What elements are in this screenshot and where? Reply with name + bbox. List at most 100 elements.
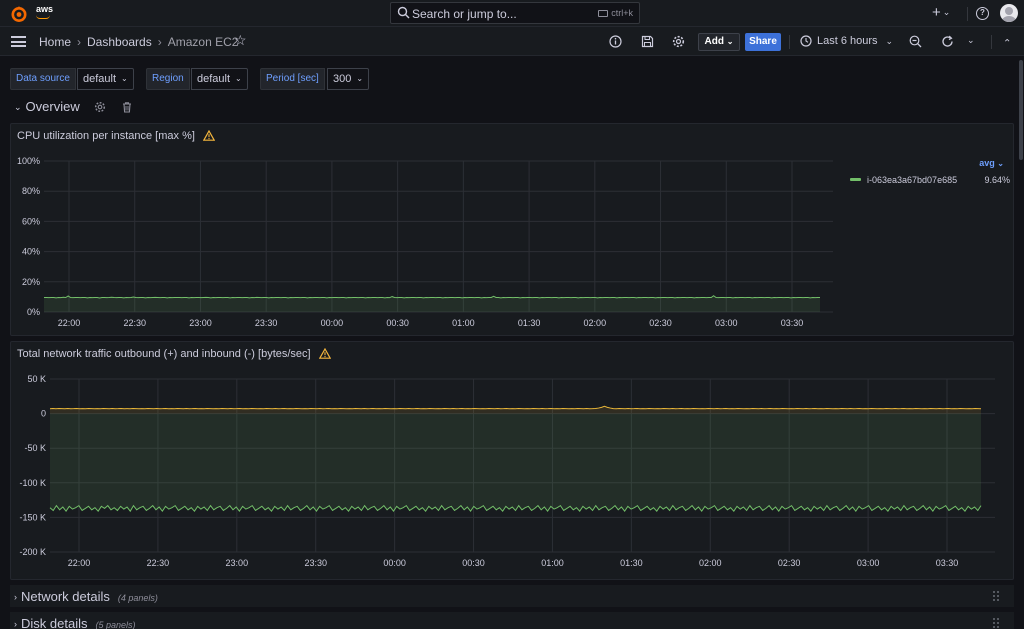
y-axis-tick-label: 50 K [27,374,46,384]
divider [991,35,992,49]
row-disk-details[interactable] [10,612,1014,629]
keyboard-icon [598,10,609,17]
chevron-right-icon: › [14,592,17,602]
x-axis-tick-label: 00:30 [462,558,485,568]
plus-icon: + [932,4,941,21]
org-label: aws [36,4,54,14]
breadcrumb-dashboards[interactable]: Dashboards [87,35,152,49]
x-axis-tick-label: 00:00 [383,558,406,568]
menu-icon[interactable] [11,36,26,47]
breadcrumb: Home › Dashboards › Amazon EC2 [39,35,238,49]
search-shortcut-label: ctrl+k [611,8,633,18]
add-button-label: Add [704,36,724,47]
series-area-2 [50,413,981,512]
save-icon[interactable] [641,35,654,48]
time-range-picker[interactable]: Last 6 hours ⌄ [800,35,893,47]
help-icon[interactable]: ? [976,7,989,20]
new-menu-button[interactable]: + ⌄ [932,5,950,20]
variable-select-period[interactable]: 300 ⌄ [327,68,370,90]
panel-cpu-utilization[interactable]: CPU utilization per instance [max %] 0% 2… [10,123,1014,336]
chevron-down-icon: ⌄ [726,37,734,46]
row-header-network-details[interactable]: › Network details (4 panels) [14,589,158,604]
row-header-overview[interactable]: ⌄ Overview [14,99,80,114]
row-header-disk-details[interactable]: › Disk details (5 panels) [14,616,136,629]
x-axis-tick-label: 03:00 [857,558,880,568]
x-axis-tick-label: 22:00 [68,558,91,568]
variable-select-region[interactable]: default ⌄ [191,68,248,90]
chevron-down-icon: ⌄ [14,102,22,112]
legend-series-value: 9.64% [984,175,1010,185]
divider [789,35,790,49]
row-title: Overview [25,99,80,114]
x-axis-tick-label: 23:30 [255,318,278,328]
y-axis-tick-label: 0% [27,307,40,317]
variable-value: default [197,73,231,85]
info-icon[interactable] [609,35,622,48]
add-button[interactable]: Add ⌄ [698,33,740,51]
x-axis-tick-label: 02:00 [584,318,607,328]
drag-handle-icon[interactable] [992,590,1000,602]
refresh-interval-chevron-icon[interactable]: ⌄ [967,35,975,46]
search-input[interactable]: Search or jump to... ctrl+k [390,2,640,24]
breadcrumb-home[interactable]: Home [39,35,71,49]
y-axis-tick-label: -50 K [24,443,46,453]
y-axis-tick-label: 20% [22,277,40,287]
legend-item[interactable]: i-063ea3a67bd07e685 9.64% [850,175,1010,185]
x-axis-tick-label: 02:00 [699,558,722,568]
row-title: Network details [21,589,110,604]
variable-value: 300 [333,73,352,85]
top-bar: aws Search or jump to... ctrl+k + ⌄ ? [0,0,1024,27]
page-scrollbar[interactable] [1019,60,1023,160]
breadcrumb-separator: › [157,35,162,49]
zoom-out-icon[interactable] [909,35,922,48]
x-axis-tick-label: 22:00 [58,318,81,328]
row-settings-gear-icon[interactable] [94,101,106,113]
x-axis-tick-label: 03:30 [936,558,959,568]
breadcrumb-current: Amazon EC2 [167,35,239,49]
variable-value: default [83,73,117,85]
x-axis-tick-label: 00:30 [386,318,409,328]
chevron-down-icon: ⌄ [235,74,242,83]
legend-series-name: i-063ea3a67bd07e685 [867,175,958,185]
x-axis-tick-label: 22:30 [123,318,146,328]
row-network-details[interactable] [10,585,1014,607]
grafana-logo-icon[interactable] [9,4,29,24]
settings-gear-icon[interactable] [672,35,685,48]
legend-swatch [850,178,861,181]
search-shortcut: ctrl+k [598,8,633,18]
cpu-utilization-chart[interactable]: 0% 20% 40% 60% 80% 100% 22:00 22:30 23:00 23:30 00… [11,124,841,337]
chevron-right-icon: › [14,619,17,629]
share-button[interactable]: Share [745,33,781,51]
search-placeholder: Search or jump to... [412,7,517,21]
variable-label-datasource: Data source [10,68,76,90]
network-traffic-chart[interactable]: 50 K 0 -50 K -100 K -150 K -200 K 22:00 22:30 23… [11,342,1015,581]
variable-label-region: Region [146,68,190,90]
org-logo[interactable]: aws [36,5,53,19]
x-axis-tick-label: 22:30 [147,558,170,568]
x-axis-tick-label: 23:00 [226,558,249,568]
avatar[interactable] [1000,4,1018,22]
x-axis-tick-label: 02:30 [649,318,672,328]
x-axis-tick-label: 01:30 [620,558,643,568]
time-range-label: Last 6 hours [817,35,878,47]
x-axis-tick-label: 03:30 [781,318,804,328]
variable-select-datasource[interactable]: default ⌄ [77,68,134,90]
chevron-down-icon: ⌄ [997,159,1004,168]
x-axis-tick-label: 01:00 [541,558,564,568]
row-title: Disk details [21,616,88,629]
chevron-down-icon: ⌄ [885,36,894,46]
y-axis-tick-label: -150 K [19,512,46,522]
chart-legend: avg ⌄ i-063ea3a67bd07e685 9.64% [850,158,1010,188]
y-axis-tick-label: 100% [17,156,40,166]
y-axis-tick-label: -100 K [19,478,46,488]
refresh-icon[interactable] [941,35,954,48]
chevron-down-icon: ⌄ [121,74,128,83]
row-delete-trash-icon[interactable] [121,101,133,113]
panel-network-traffic[interactable]: Total network traffic outbound (+) and i… [10,341,1014,580]
collapse-chevron-icon[interactable]: ⌄ [1003,36,1011,47]
star-icon[interactable]: ☆ [234,33,247,47]
drag-handle-icon[interactable] [992,617,1000,629]
legend-calc-header[interactable]: avg ⌄ [979,158,1004,168]
chevron-down-icon: ⌄ [942,7,951,17]
aws-smile-icon [36,15,50,19]
